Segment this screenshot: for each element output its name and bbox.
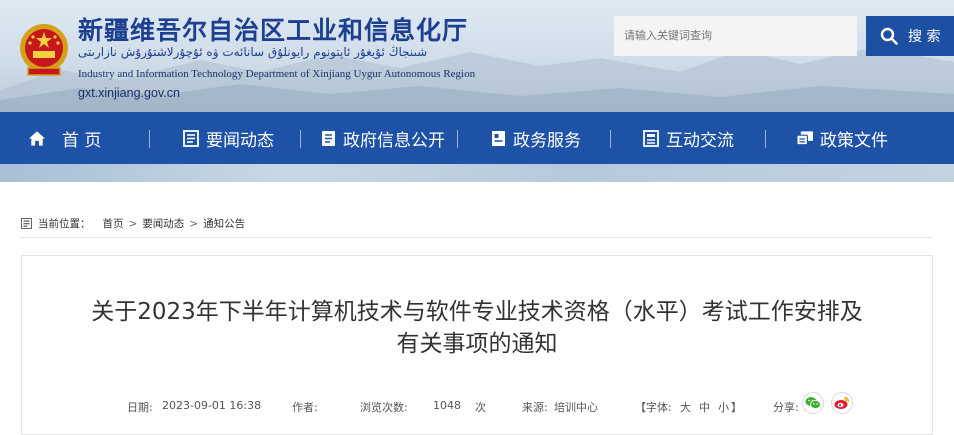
views-unit: 次	[475, 401, 486, 414]
breadcrumb-prefix: 当前位置：	[38, 218, 91, 230]
share-wechat-button[interactable]	[802, 392, 824, 414]
nav-divider	[610, 130, 611, 148]
interaction-icon	[642, 129, 660, 147]
news-icon	[182, 129, 200, 147]
share-label: 分享:	[773, 401, 799, 414]
author-label: 作者:	[292, 401, 318, 414]
banner-strip	[0, 164, 954, 182]
article-title-line: 关于2023年下半年计算机技术与软件专业技术资格（水平）考试工作安排及	[91, 299, 863, 325]
weibo-icon	[834, 396, 850, 409]
publish-date: 2023-09-01 16:38	[162, 399, 262, 412]
nav-item-label: 互动交流	[666, 130, 734, 151]
article-panel: 关于2023年下半年计算机技术与软件专业技术资格（水平）考试工作安排及 有关事项…	[21, 255, 933, 435]
nav-item-services[interactable]: 政务服务	[489, 112, 581, 164]
national-emblem-icon	[20, 24, 68, 76]
font-size-small[interactable]: 小	[718, 399, 729, 415]
nav-item-label: 政务服务	[513, 130, 581, 151]
nav-item-home[interactable]: 首 页	[28, 112, 101, 164]
breadcrumb-separator: >	[189, 217, 199, 230]
breadcrumb-news[interactable]: 要闻动态	[142, 216, 184, 231]
site-title-uyghur: شىنجاڭ ئۇيغۇر ئاپتونوم رايونلۇق سانائەت …	[78, 45, 428, 59]
service-icon	[489, 129, 507, 147]
share-weibo-button[interactable]	[831, 392, 853, 414]
site-header: 新疆维吾尔自治区工业和信息化厅 شىنجاڭ ئۇيغۇر ئاپتونوم ر…	[0, 0, 954, 112]
article-meta: 日期: 2023-09-01 16:38 作者: 浏览次数: 1048 次 来源…	[22, 392, 934, 419]
source-value: 培训中心	[554, 401, 598, 414]
nav-item-policy[interactable]: 政策文件	[796, 112, 888, 164]
font-size-close: 】	[731, 401, 742, 414]
breadcrumb-notices[interactable]: 通知公告	[203, 216, 245, 231]
breadcrumb-divider	[21, 237, 933, 238]
nav-item-gov-info[interactable]: 政府信息公开	[319, 112, 445, 164]
nav-item-interaction[interactable]: 互动交流	[642, 112, 734, 164]
site-title-english: Industry and Information Technology Depa…	[78, 68, 476, 80]
policy-icon	[796, 129, 814, 147]
nav-divider	[300, 130, 301, 148]
article-title-line: 有关事项的通知	[396, 331, 558, 357]
article-title: 关于2023年下半年计算机技术与软件专业技术资格（水平）考试工作安排及 有关事项…	[52, 296, 902, 360]
document-icon	[319, 129, 337, 147]
nav-divider	[765, 130, 766, 148]
font-size-large[interactable]: 大	[680, 399, 691, 415]
breadcrumb: 当前位置： 首页 > 要闻动态 > 通知公告	[21, 214, 933, 233]
nav-item-label: 要闻动态	[206, 130, 274, 151]
source-label: 来源:	[522, 401, 548, 414]
site-title: 新疆维吾尔自治区工业和信息化厅	[78, 16, 469, 45]
font-size-medium[interactable]: 中	[699, 399, 710, 415]
date-label: 日期:	[127, 401, 153, 414]
search-icon	[880, 27, 898, 45]
search-input[interactable]	[614, 16, 857, 56]
main-nav: 首 页 要闻动态 政府信息公开 政务服务 互动交流 政策文件	[0, 112, 954, 164]
nav-item-label: 首 页	[62, 130, 102, 151]
breadcrumb-separator: >	[128, 217, 138, 230]
wechat-icon	[805, 397, 821, 409]
nav-item-label: 政策文件	[820, 130, 888, 151]
view-count: 1048	[433, 399, 461, 412]
location-icon	[21, 218, 32, 229]
breadcrumb-home[interactable]: 首页	[103, 216, 124, 231]
search-button-label: 搜 索	[908, 29, 941, 45]
views-label: 浏览次数:	[360, 401, 408, 414]
site-domain: gxt.xinjiang.gov.cn	[78, 86, 180, 100]
nav-divider	[149, 130, 150, 148]
nav-item-news[interactable]: 要闻动态	[182, 112, 274, 164]
font-size-label: 【字体:	[635, 401, 672, 414]
nav-item-label: 政府信息公开	[343, 130, 445, 151]
nav-divider	[457, 130, 458, 148]
search-button[interactable]: 搜 索	[866, 16, 954, 56]
home-icon	[28, 129, 46, 147]
